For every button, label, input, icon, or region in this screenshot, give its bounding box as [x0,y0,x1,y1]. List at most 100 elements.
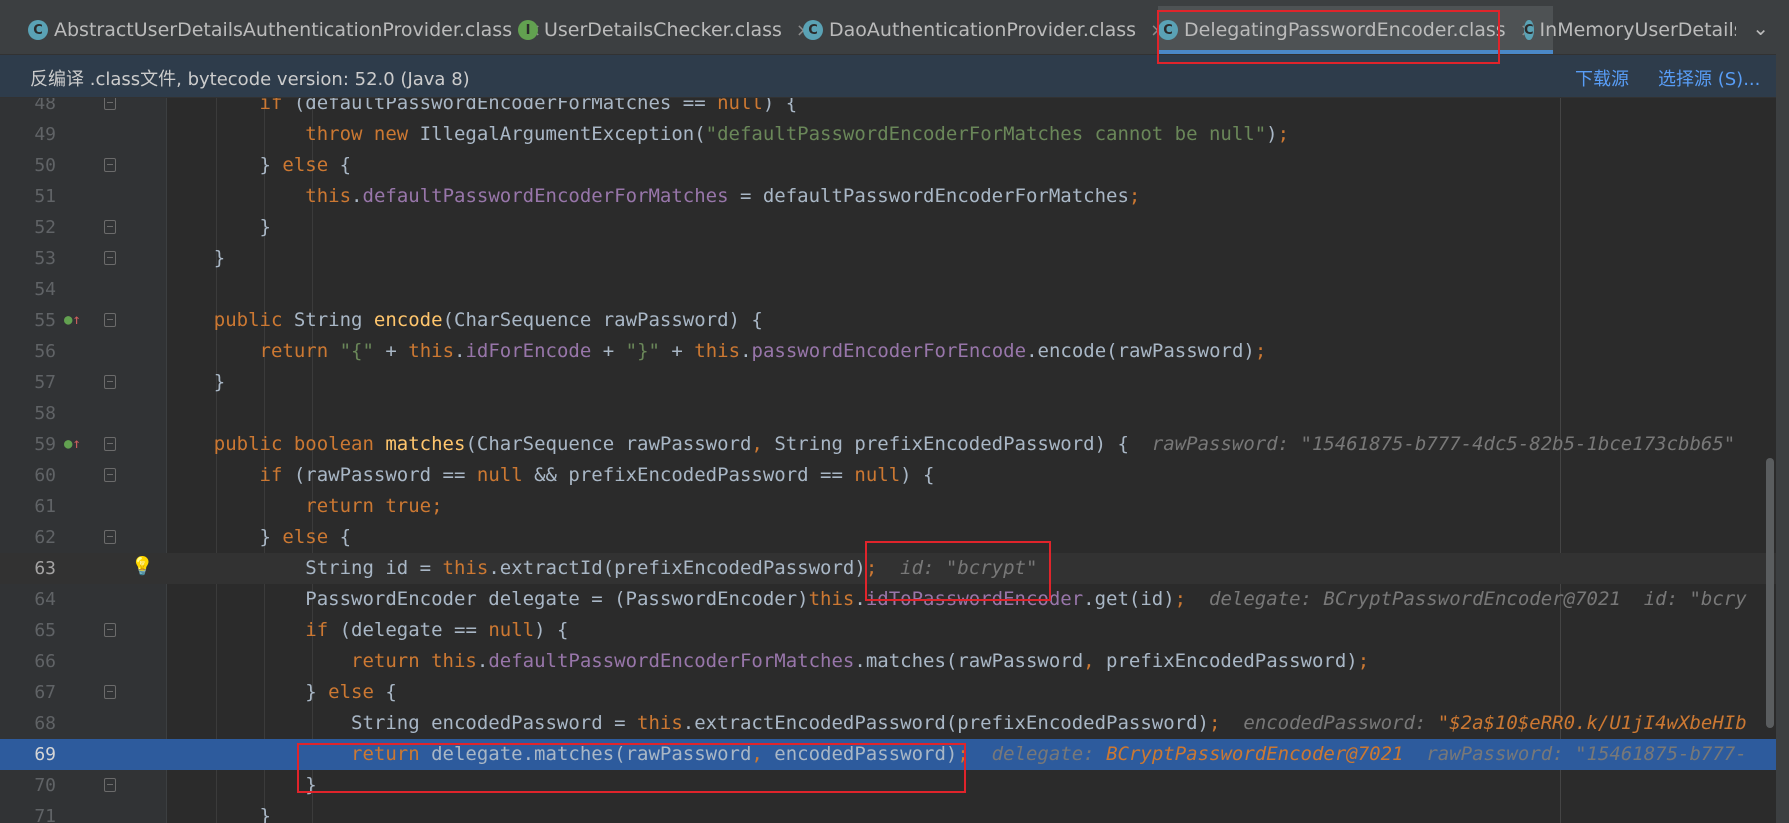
line-number: 59 [34,434,56,455]
fold-icon[interactable] [104,98,116,110]
line-number: 55 [34,310,56,331]
code-text: if (defaultPasswordEncoderForMatches == … [259,98,798,114]
fold-icon[interactable] [104,778,116,792]
code-text: public String encode(CharSequence rawPas… [213,309,763,331]
line-number: 51 [34,186,56,207]
code-line: 68 String encodedPassword = this.extract… [0,708,1789,739]
overrides-method-icon[interactable]: ●↑ [64,435,81,453]
line-number: 53 [34,248,56,269]
code-text: this.defaultPasswordEncoderForMatches = … [305,185,1141,207]
code-text: return true; [305,495,443,517]
line-number: 49 [34,124,56,145]
lightbulb-icon[interactable]: 💡 [131,556,153,577]
chevron-down-icon[interactable]: ⌄ [1752,16,1769,40]
debug-inline-value: delegate: BCryptPasswordEncoder@7021 id:… [1209,588,1747,610]
code-text: String id = this.extractId(prefixEncoded… [168,557,1038,579]
code-editor[interactable]: 48 if (defaultPasswordEncoderForMatches … [0,98,1789,823]
execution-point-line: 69 return delegate.matches(rawPassword, … [0,739,1789,770]
code-text: } [168,774,317,796]
code-line: 52 } [0,212,1789,243]
code-line: 64 PasswordEncoder delegate = (PasswordE… [0,584,1789,615]
line-number: 65 [34,620,56,641]
code-text: } [168,805,271,823]
line-number: 54 [34,279,56,300]
interface-icon: I [518,20,538,40]
overrides-method-icon[interactable]: ●↑ [64,311,81,329]
code-line: 65 if (delegate == null) { [0,615,1789,646]
tab-label: AbstractUserDetailsAuthenticationProvide… [54,19,513,41]
tab-user-details-checker[interactable]: I UserDetailsChecker.class × [518,6,811,54]
fold-icon[interactable] [104,468,116,482]
code-text: if (delegate == null) { [305,619,569,641]
code-text: public boolean matches(CharSequence rawP… [213,433,1736,455]
tab-label: UserDetailsChecker.class [544,19,782,41]
debug-inline-value: rawPassword: "15461875-b777-4dc5-82b5-1b… [1151,433,1736,455]
code-line: 51 this.defaultPasswordEncoderForMatches… [0,181,1789,212]
code-text: } [168,371,226,393]
line-number: 52 [34,217,56,238]
class-icon: C [28,20,48,40]
fold-icon[interactable] [104,623,116,637]
fold-icon[interactable] [104,530,116,544]
code-line: 71 } [0,801,1789,823]
code-line: 60 if (rawPassword == null && prefixEnco… [0,460,1789,491]
vertical-scrollbar[interactable] [1766,458,1774,728]
decompiled-info-bar: 反编译 .class文件, bytecode version: 52.0 (Ja… [0,55,1789,98]
code-line: 53 } [0,243,1789,274]
line-number: 58 [34,403,56,424]
code-line: 62 } else { [0,522,1789,553]
code-line: 56 return "{" + this.idForEncode + "}" +… [0,336,1789,367]
debug-inline-value: BCryptPasswordEncoder@7021 [1106,743,1404,765]
code-line: 58 [0,398,1789,429]
code-text: return this.defaultPasswordEncoderForMat… [351,650,1370,672]
line-number: 64 [34,589,56,610]
fold-icon[interactable] [104,437,116,451]
code-text: } [168,216,271,238]
fold-icon[interactable] [104,313,116,327]
decompiled-message: 反编译 .class文件, bytecode version: 52.0 (Ja… [30,69,470,90]
line-number: 71 [34,806,56,823]
code-line: 54 [0,274,1789,305]
code-text: if (rawPassword == null && prefixEncoded… [259,464,935,486]
choose-sources-link[interactable]: 选择源 (S)... [1658,65,1760,91]
code-line: 50 } else { [0,150,1789,181]
right-tool-strip [1776,0,1789,823]
tab-label: DelegatingPasswordEncoder.class [1184,19,1506,41]
code-text: } [168,247,226,269]
code-line: 55 ●↑ public String encode(CharSequence … [0,305,1789,336]
debug-inline-tail: rawPassword: "15461875-b777- [1403,743,1747,765]
tab-dao-authentication-provider[interactable]: C DaoAuthenticationProvider.class × [803,6,1165,54]
fold-icon[interactable] [104,251,116,265]
line-number: 63 [34,558,56,579]
line-number: 69 [34,744,56,765]
code-line: 70 } [0,770,1789,801]
debug-inline-value: "$2a$10$eRR0.k/U1jI4wXbeHIb [1437,712,1747,734]
tab-delegating-password-encoder[interactable]: C DelegatingPasswordEncoder.class × [1158,6,1553,54]
code-line: 57 } [0,367,1789,398]
fold-icon[interactable] [104,158,116,172]
line-number: 66 [34,651,56,672]
line-number: 57 [34,372,56,393]
code-text: } else { [168,526,352,548]
fold-icon[interactable] [104,685,116,699]
debug-inline-label: encodedPassword: [1243,712,1438,734]
code-line: 67 } else { [0,677,1789,708]
download-sources-link[interactable]: 下载源 [1575,65,1629,91]
tab-in-memory-user-details[interactable]: C InMemoryUserDetails [1524,6,1736,54]
line-number: 68 [34,713,56,734]
tab-abstract-user-details-authentication-provider[interactable]: C AbstractUserDetailsAuthenticationProvi… [28,6,541,54]
code-text: PasswordEncoder delegate = (PasswordEnco… [168,588,1747,610]
line-number: 56 [34,341,56,362]
tab-label: InMemoryUserDetails [1539,19,1736,41]
code-line-current: 63 💡 String id = this.extractId(prefixEn… [0,553,1789,584]
code-text: return delegate.matches(rawPassword, enc… [351,743,1747,765]
code-line: 66 return this.defaultPasswordEncoderFor… [0,646,1789,677]
editor-tab-bar: C AbstractUserDetailsAuthenticationProvi… [0,6,1789,55]
fold-icon[interactable] [104,220,116,234]
line-number: 61 [34,496,56,517]
fold-icon[interactable] [104,375,116,389]
code-text: return "{" + this.idForEncode + "}" + th… [259,340,1267,362]
line-number: 50 [34,155,56,176]
debug-inline-value: id: "bcrypt" [900,557,1038,579]
line-number: 70 [34,775,56,796]
